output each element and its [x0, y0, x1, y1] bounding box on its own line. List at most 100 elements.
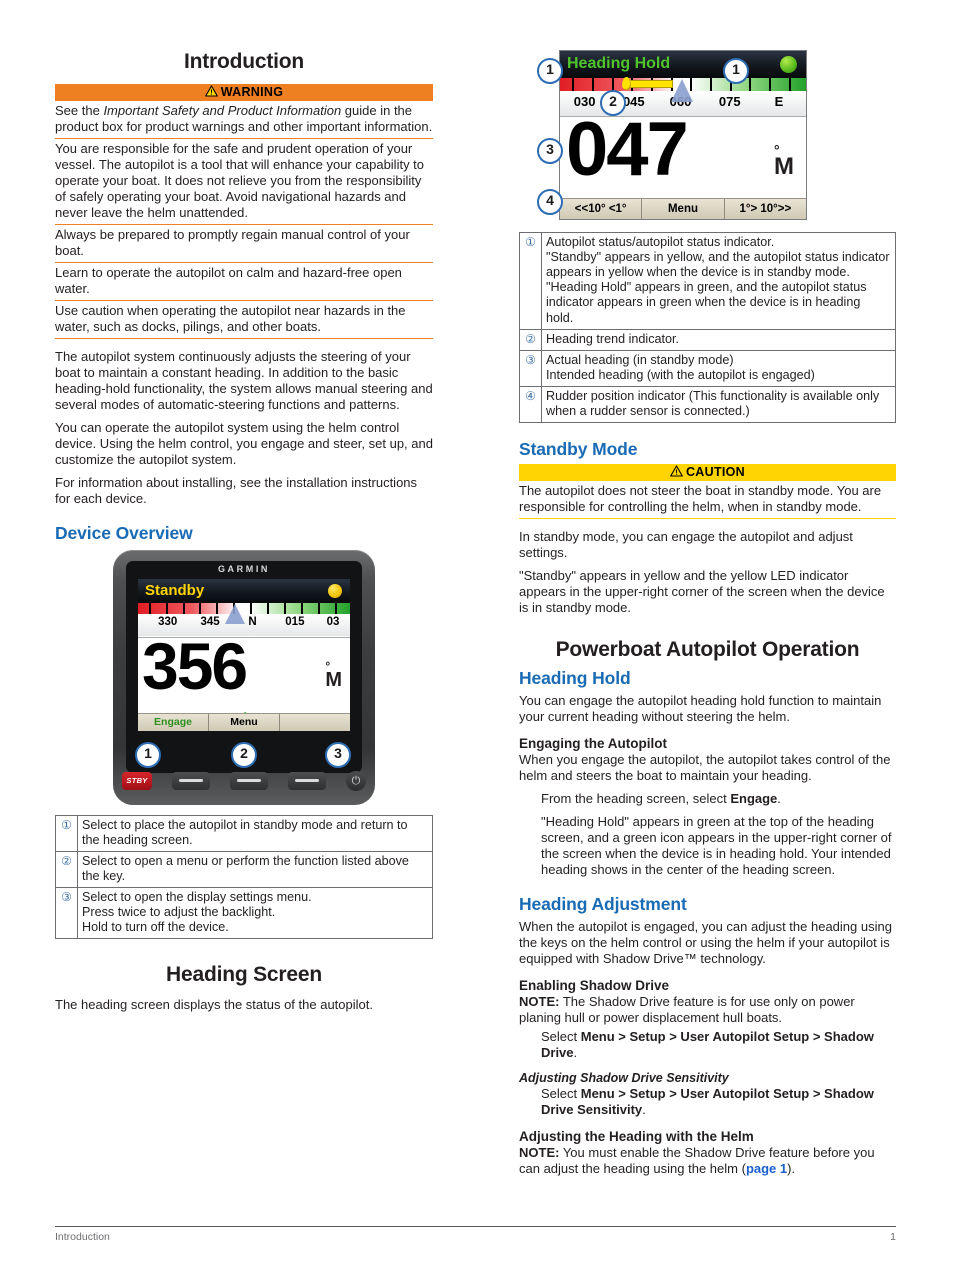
softkey-bar: Engage Menu [138, 712, 350, 731]
caution-label: CAUTION [685, 465, 746, 480]
heading-display: 356 ° M [138, 629, 350, 714]
heading-display: 047 ° M [560, 107, 806, 201]
engaging-step: From the heading screen, select Engage. [519, 791, 896, 807]
standby-paragraph: "Standby" appears in yellow and the yell… [519, 568, 885, 616]
magnetic-unit: M [774, 153, 794, 180]
heading-unit-block: ° M [325, 660, 342, 690]
callout-number: ① [55, 814, 78, 852]
callout-marker-1b: 1 [723, 58, 749, 84]
section-device-overview: Device Overview [55, 522, 193, 543]
device-overview-photo: GARMIN Standby 330 345 N 015 03 356 ° M … [113, 549, 375, 805]
note-post: ). [787, 1160, 796, 1176]
table-row: ④ Rudder position indicator (This functi… [519, 385, 896, 424]
table-row: ③ Actual heading (in standby mode) Inten… [519, 349, 896, 387]
callout-line: Select to open the display settings menu… [82, 890, 312, 905]
compass-label: 345 [200, 615, 220, 628]
callout-marker-3: 3 [325, 741, 351, 768]
heading-screen-photo: Heading Hold 030 045 060 075 E 047 ° M <… [537, 50, 821, 220]
softkey-menu[interactable]: Menu [209, 713, 280, 731]
callout-text: Select to place the autopilot in standby… [77, 814, 433, 852]
warning-item: See the Important Safety and Product Inf… [55, 101, 433, 139]
heading-value: 356 [142, 628, 248, 703]
callout-line: Hold to turn off the device. [82, 920, 229, 935]
page-reference-link[interactable]: page 1 [746, 1161, 787, 1176]
heading-screen-text: The heading screen displays the status o… [55, 997, 373, 1013]
note-label: NOTE: [519, 1144, 560, 1160]
section-standby-mode: Standby Mode [519, 439, 638, 460]
callout-text: Actual heading (in standby mode) Intende… [541, 349, 896, 387]
engaging-result: "Heading Hold" appears in green at the t… [541, 814, 892, 877]
table-row: ① Select to place the autopilot in stand… [55, 814, 433, 852]
softkey-button-3[interactable] [288, 771, 326, 790]
heading-adjustment-text: When the autopilot is engaged, you can a… [519, 918, 892, 966]
callout-line: "Standby" appears in yellow, and the aut… [546, 250, 890, 280]
caution-triangle-icon [670, 465, 683, 482]
heading-unit-block: ° M [774, 143, 794, 179]
compass-label: E [774, 94, 784, 109]
warning-triangle-icon [204, 85, 218, 102]
callout-marker-3: 3 [537, 138, 563, 164]
caution-bar: CAUTION [519, 464, 896, 482]
device-screen: Standby 330 345 N 015 03 356 ° M Engage … [138, 578, 350, 731]
softkey-increase-heading[interactable]: 1°> 10°>> [725, 199, 806, 219]
softkey-decrease-heading[interactable]: <<10° <1° [560, 199, 643, 219]
intro-paragraph: For information about installing, see th… [55, 474, 418, 506]
heading-pointer-icon [224, 603, 245, 624]
step-pre: From the heading screen, select [541, 791, 731, 807]
callout-text: Rudder position indicator (This function… [541, 385, 896, 424]
note-label: NOTE: [519, 993, 560, 1009]
callout-number: ① [519, 232, 542, 330]
section-heading-screen: Heading Screen [166, 963, 322, 987]
power-icon[interactable]: ⏻ [346, 770, 366, 791]
heading-value: 047 [566, 107, 689, 192]
table-row: ② Heading trend indicator. [519, 328, 896, 351]
callout-marker-1: 1 [537, 58, 563, 84]
intro-paragraph: You can operate the autopilot system usi… [55, 419, 433, 467]
softkey-button-2[interactable] [230, 771, 268, 790]
callout-line: Rudder position indicator (This function… [546, 388, 880, 419]
callout-line: Actual heading (in standby mode) [546, 352, 734, 367]
left-column: Introduction WARNING See the Important S… [0, 0, 477, 1205]
callout-text: Select to open a menu or perform the fun… [77, 850, 433, 889]
subsection-enabling-shadow-drive: Enabling Shadow Drive [519, 977, 670, 993]
intro-paragraph: The autopilot system continuously adjust… [55, 348, 433, 412]
menu-path: Menu > Setup > User Autopilot Setup > Sh… [541, 1085, 874, 1117]
compass-label: 330 [158, 615, 178, 628]
warning-item: Use caution when operating the autopilot… [55, 301, 433, 339]
subsection-adjusting-heading-with-helm: Adjusting the Heading with the Helm [519, 1128, 754, 1144]
warning-items: See the Important Safety and Product Inf… [55, 101, 433, 339]
softkey-menu[interactable]: Menu [642, 199, 725, 219]
standby-button[interactable]: STBY [122, 771, 152, 790]
callout-text: Select to open the display settings menu… [77, 887, 433, 940]
callout-line: "Heading Hold" appears in green, and the… [546, 280, 867, 325]
two-column-layout: Introduction WARNING See the Important S… [0, 0, 954, 1205]
softkey-button-1[interactable] [172, 771, 210, 790]
footer-page-number: 1 [890, 1231, 896, 1243]
compass-label: 015 [285, 615, 305, 628]
callout-number: ③ [55, 887, 78, 940]
warning-item-italic: Important Safety and Product Information [103, 103, 342, 118]
device-callout-table: ① Select to place the autopilot in stand… [55, 814, 433, 940]
helm-note: NOTE: You must enable the Shadow Drive f… [519, 1145, 896, 1177]
heading-hold-screen: Heading Hold 030 045 060 075 E 047 ° M <… [559, 50, 807, 220]
page-footer: Introduction 1 [55, 1226, 896, 1243]
callout-number: ④ [519, 385, 542, 424]
callout-line: Intended heading (with the autopilot is … [546, 367, 815, 382]
softkey-empty[interactable] [280, 714, 350, 731]
autopilot-status-text: Standby [145, 581, 205, 599]
step-pre: Select [541, 1085, 581, 1101]
device-bezel: GARMIN Standby 330 345 N 015 03 356 ° M … [126, 560, 362, 773]
magnetic-unit: M [325, 668, 342, 691]
callout-number: ② [55, 850, 78, 889]
screen-status-bar: Heading Hold [560, 51, 806, 78]
status-led-indicator [780, 56, 797, 73]
callout-number: ③ [519, 349, 542, 387]
compass-label: 03 [326, 615, 340, 628]
step-post: . [573, 1044, 578, 1060]
warning-item: Learn to operate the autopilot on calm a… [55, 263, 433, 301]
engaging-text: When you engage the autopilot, the autop… [519, 752, 891, 784]
device-button-row: STBY ⏻ [122, 770, 366, 792]
heading-trend-drop-icon [621, 77, 631, 90]
callout-text: Heading trend indicator. [541, 328, 896, 351]
softkey-engage[interactable]: Engage [138, 713, 209, 731]
